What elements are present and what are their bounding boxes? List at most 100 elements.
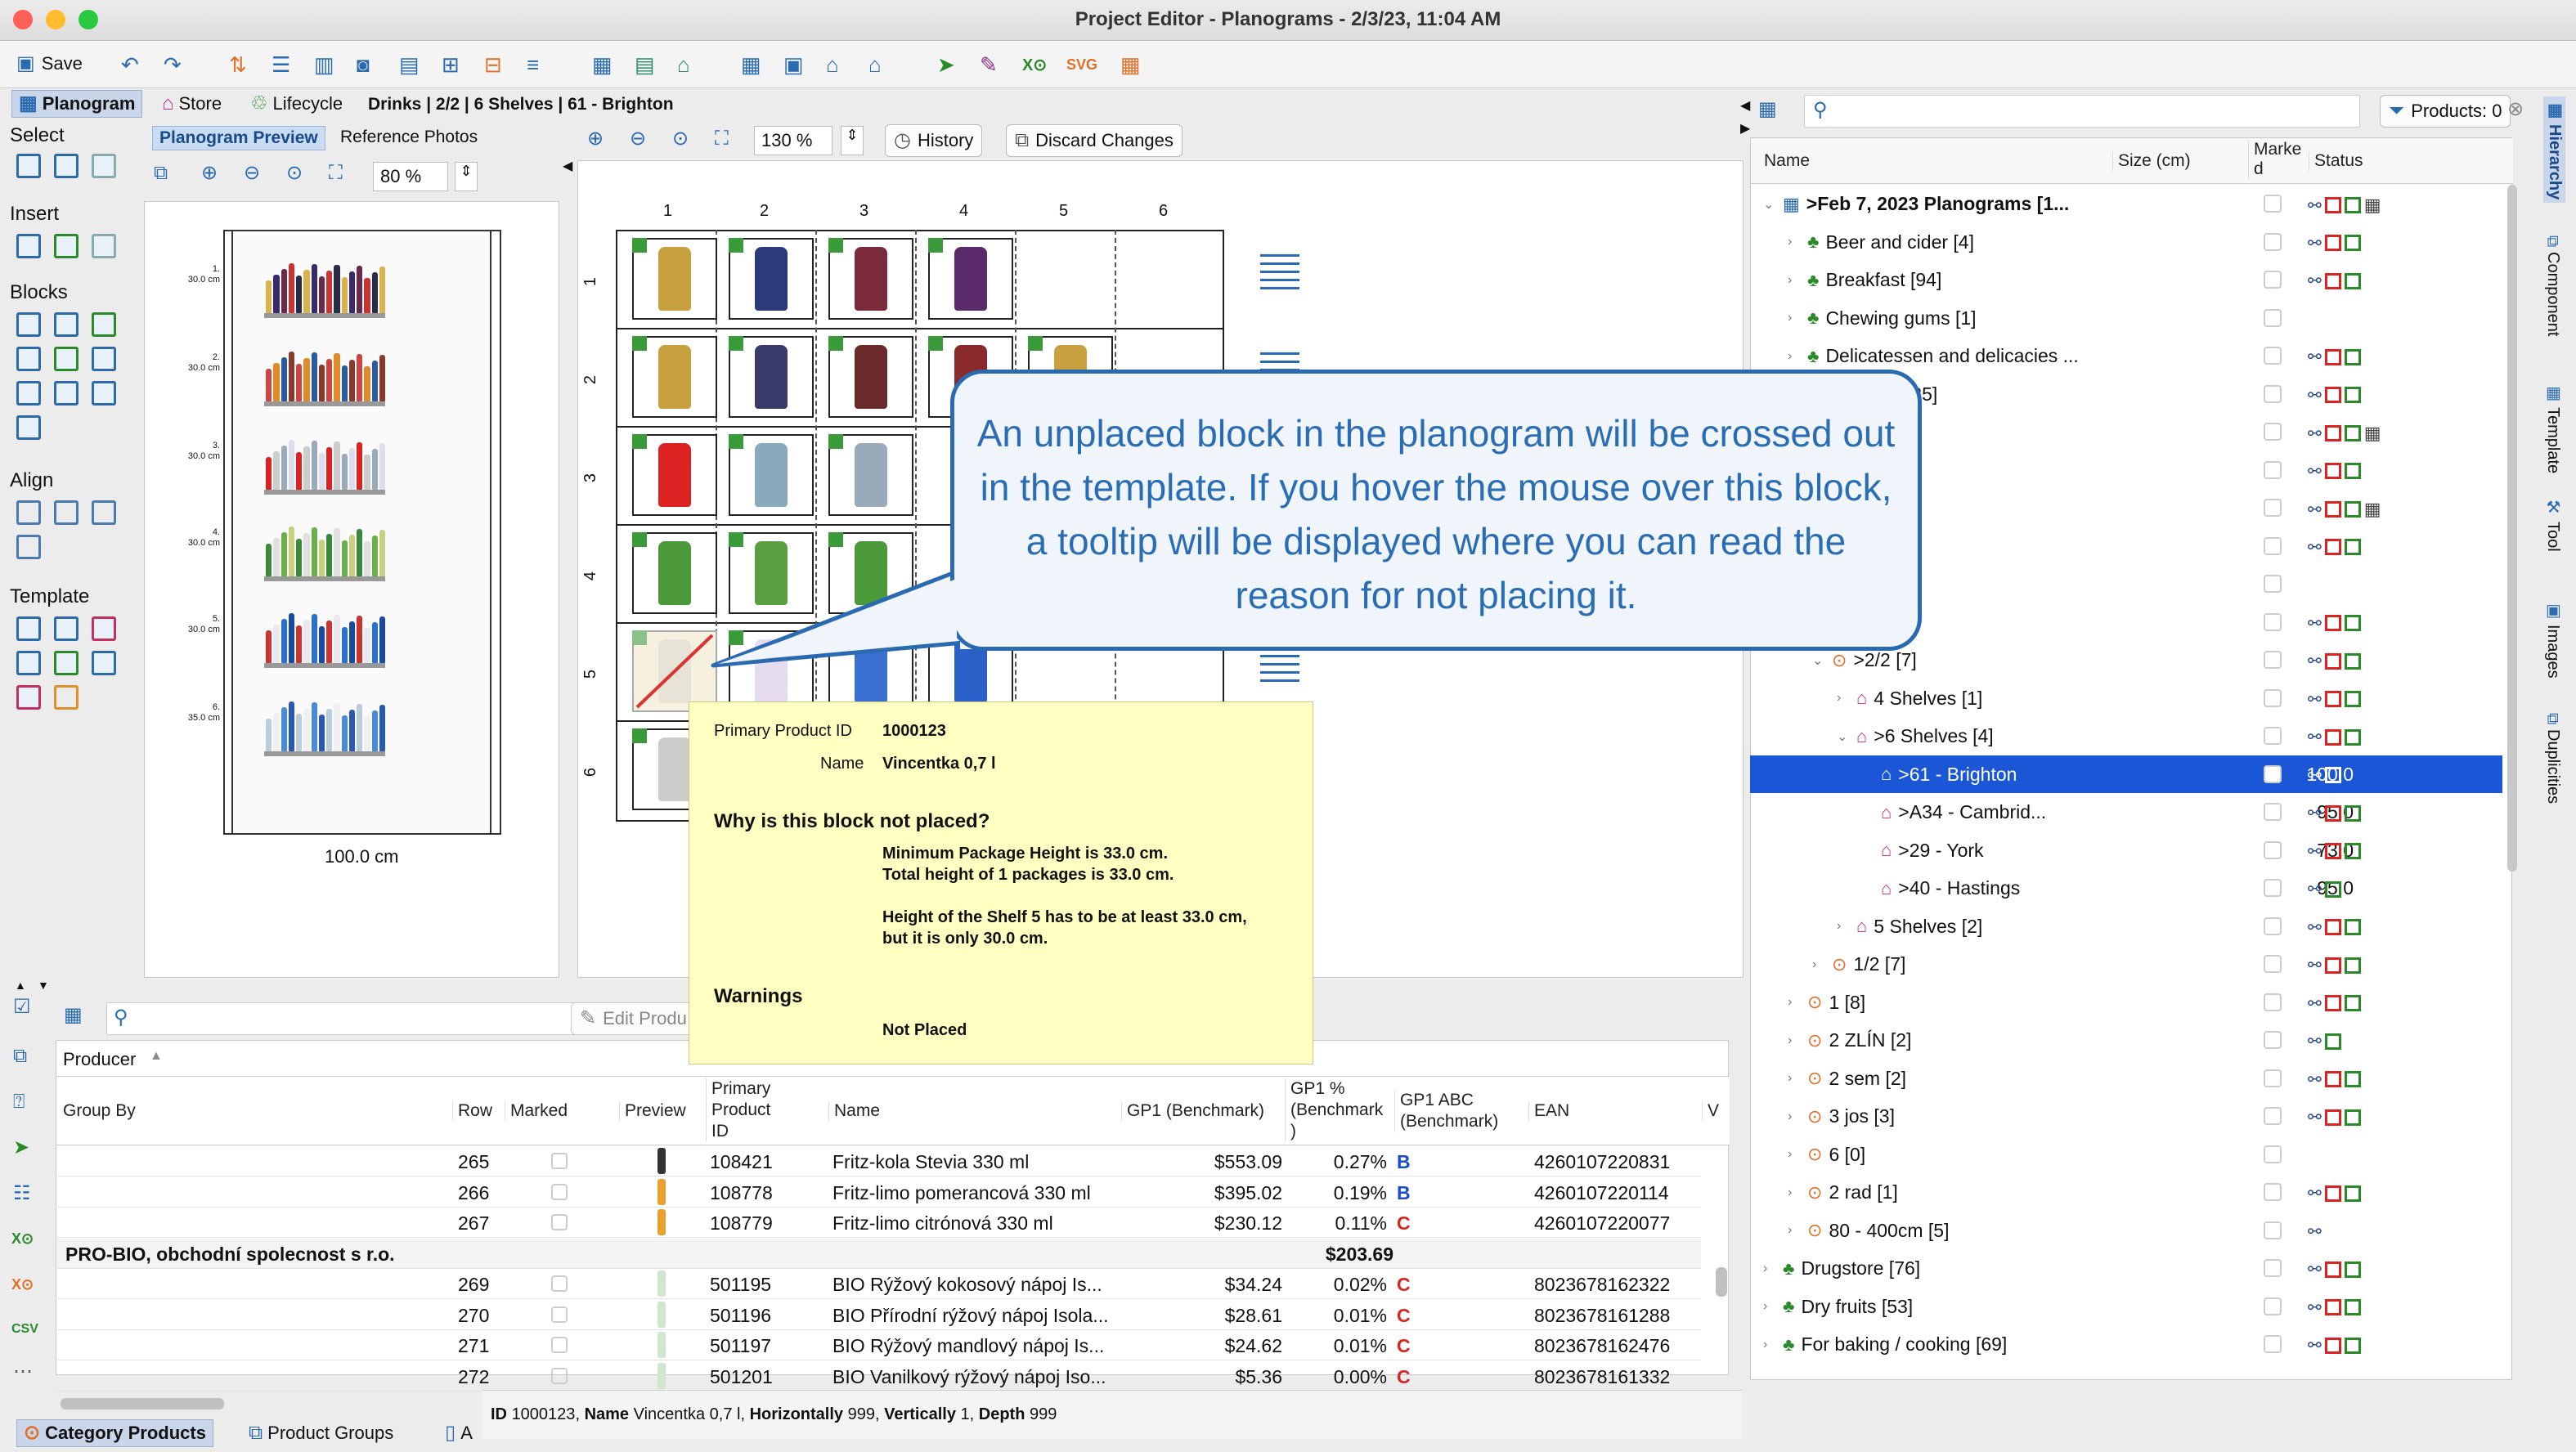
vertical-tab-template[interactable]: ▦ Template (2543, 383, 2563, 473)
products-search-input[interactable]: ⚲ (106, 1002, 602, 1035)
expand-chevron-icon[interactable]: ⌄ (1812, 652, 1825, 669)
marked-checkbox[interactable] (551, 1306, 568, 1323)
expand-chevron-icon[interactable]: › (1837, 919, 1850, 934)
preview-zoom-field[interactable]: 80 % (373, 162, 448, 191)
template-flip-icon[interactable] (54, 685, 79, 710)
col-id-header[interactable]: Primary Product ID (706, 1078, 770, 1142)
table-icon[interactable]: ▦ (741, 49, 761, 80)
table-row[interactable]: 271 501197 BIO Rýžový mandlový nápoj Is...… (57, 1330, 1701, 1360)
hierarchy-search-input[interactable]: ⚲ (1804, 95, 2360, 128)
grid-view-icon[interactable]: ▦ (592, 49, 613, 80)
hierarchy-row[interactable]: › ♣ Dry fruits [53] ⚯ (1750, 1288, 2502, 1325)
template-zoom-reset-icon[interactable]: ⛶ (715, 129, 729, 149)
col-preview-header[interactable]: Preview (619, 1101, 686, 1121)
tab-product-groups[interactable]: ⧉ Product Groups (242, 1419, 400, 1447)
template-zoom-fit-icon[interactable]: ⊙ (672, 129, 689, 149)
select-area-icon[interactable] (54, 154, 79, 178)
blocks-grid-icon[interactable] (16, 312, 41, 337)
hierarchy-row[interactable]: ⌂ >40 - Hastings 95.0 ⚯ (1750, 869, 2502, 907)
products-vscrollbar[interactable] (1716, 1267, 1727, 1297)
tab-store[interactable]: ⌂ Store (155, 90, 228, 118)
template-block[interactable] (632, 336, 717, 418)
arrange-icon[interactable]: ⊞ (442, 49, 460, 80)
hierarchy-table-icon[interactable]: ▦ (1758, 100, 1777, 119)
col-abc-header[interactable]: GP1 ABC (Benchmark) (1394, 1090, 1498, 1132)
camera-icon[interactable]: ◙ (357, 49, 370, 80)
list-icon[interactable]: ☰ (272, 49, 290, 80)
marked-checkbox[interactable] (2264, 195, 2282, 213)
tab-planogram-preview[interactable]: Planogram Preview (152, 126, 325, 150)
hierarchy-scrollbar[interactable] (2507, 185, 2517, 872)
align-right-icon[interactable] (92, 500, 116, 525)
marked-checkbox[interactable] (551, 1367, 568, 1384)
marked-checkbox[interactable] (2264, 536, 2282, 555)
table-row[interactable]: 272 501201 BIO Vanilkový rýžový nápoj Iso.… (57, 1361, 1701, 1392)
tab-lifecycle[interactable]: ♲ Lifecycle (244, 90, 349, 118)
blocks-split-icon[interactable] (16, 347, 41, 371)
products-table-icon[interactable]: ▦ (64, 1006, 83, 1025)
check-icon[interactable]: ☑ (13, 997, 31, 1017)
expand-chevron-icon[interactable]: › (1788, 1147, 1801, 1162)
marked-checkbox[interactable] (2264, 688, 2282, 707)
marked-checkbox[interactable] (2264, 879, 2282, 897)
csv-icon[interactable]: CSV (11, 1323, 38, 1336)
building-icon[interactable]: ▣ (783, 49, 804, 80)
pointer-icon[interactable]: ➤ (937, 49, 955, 80)
hierarchy-row[interactable]: ⌂ >29 - York 73.0 ⚯ (1750, 831, 2502, 869)
vertical-tab-tool[interactable]: ⚒ Tool (2543, 497, 2563, 552)
expand-chevron-icon[interactable]: › (1788, 995, 1801, 1010)
expand-chevron-icon[interactable]: › (1788, 235, 1801, 249)
hierarchy-row[interactable]: › ♣ For baking / cooking [69] ⚯ (1750, 1325, 2502, 1363)
expand-chevron-icon[interactable]: › (1788, 1033, 1801, 1048)
marked-checkbox[interactable] (2264, 803, 2282, 821)
marked-checkbox[interactable] (2264, 1297, 2282, 1315)
tab-planogram[interactable]: ▦ Planogram (11, 90, 143, 118)
table-row[interactable]: 266 108778 Fritz-limo pomerancová 330 ml $3… (57, 1177, 1701, 1208)
blocks-paste-icon[interactable] (92, 381, 116, 406)
expand-chevron-icon[interactable]: › (1788, 311, 1801, 325)
template-mark-icon[interactable] (92, 616, 116, 641)
excel-icon[interactable]: X⊙ (11, 1231, 34, 1246)
more-icon[interactable]: ⋯ (13, 1362, 33, 1382)
marked-checkbox[interactable] (2264, 308, 2282, 327)
template-block[interactable] (632, 238, 717, 320)
splitter-up-icon[interactable]: ▲ (15, 979, 26, 991)
hierarchy-row[interactable]: › ⌂ 4 Shelves [1] ⚯ (1750, 679, 2502, 717)
template-block[interactable] (928, 238, 1013, 320)
hierarchy-row[interactable]: ⌄ ▦ >Feb 7, 2023 Planograms [1... ⚯ ▦ (1750, 185, 2502, 222)
col-row-header[interactable]: Row (452, 1101, 492, 1121)
svg-export-icon[interactable]: SVG (1066, 49, 1097, 80)
blocks-move-icon[interactable] (16, 381, 41, 406)
expand-chevron-icon[interactable]: › (1788, 1071, 1801, 1086)
tab-other[interactable]: ▯ A (438, 1419, 479, 1447)
marked-checkbox[interactable] (2264, 232, 2282, 251)
insert-x-icon[interactable] (54, 234, 79, 258)
col-ean-header[interactable]: EAN (1528, 1101, 1569, 1121)
hierarchy-row[interactable]: › ♣ Breakfast [94] ⚯ (1750, 261, 2502, 298)
select-other-icon[interactable] (92, 154, 116, 178)
edit-product-button[interactable]: ✎ Edit Produ (571, 1002, 696, 1035)
marked-checkbox[interactable] (551, 1275, 568, 1292)
clear-filter-icon[interactable]: ⊗ (2507, 100, 2524, 119)
template-table-icon[interactable] (54, 616, 79, 641)
marked-checkbox[interactable] (2264, 1031, 2282, 1049)
align-list-icon[interactable]: ≡ (527, 49, 539, 80)
tab-category-products[interactable]: ⊙ Category Products (16, 1419, 213, 1447)
insert-text-icon[interactable] (92, 234, 116, 258)
export-xo-icon[interactable]: X⊙ (11, 1277, 34, 1292)
marked-checkbox[interactable] (2264, 271, 2282, 289)
vertical-tab-hierarchy[interactable]: ▦ Hierarchy (2543, 96, 2565, 204)
marked-checkbox[interactable] (2264, 1183, 2282, 1201)
hierarchy-row[interactable]: › ⊙ 6 [0] (1750, 1136, 2502, 1173)
template-zoom-in-icon[interactable]: ⊕ (587, 129, 604, 149)
splitter-down-icon[interactable]: ▼ (38, 979, 49, 991)
col-gp1-percent-header[interactable]: GP1 % (Benchmark ) (1285, 1078, 1383, 1142)
marked-checkbox[interactable] (2264, 764, 2282, 783)
marked-checkbox[interactable] (2264, 1069, 2282, 1087)
marked-checkbox[interactable] (2264, 460, 2282, 479)
home-icon[interactable]: ⌂ (826, 49, 839, 80)
products-filter-button[interactable]: ⏷ Products: 0 (2380, 95, 2511, 128)
tab-reference-photos[interactable]: Reference Photos (340, 128, 478, 147)
undo-icon[interactable]: ↶ (121, 49, 139, 80)
zoom-reset-icon[interactable]: ⛶ (329, 164, 343, 183)
